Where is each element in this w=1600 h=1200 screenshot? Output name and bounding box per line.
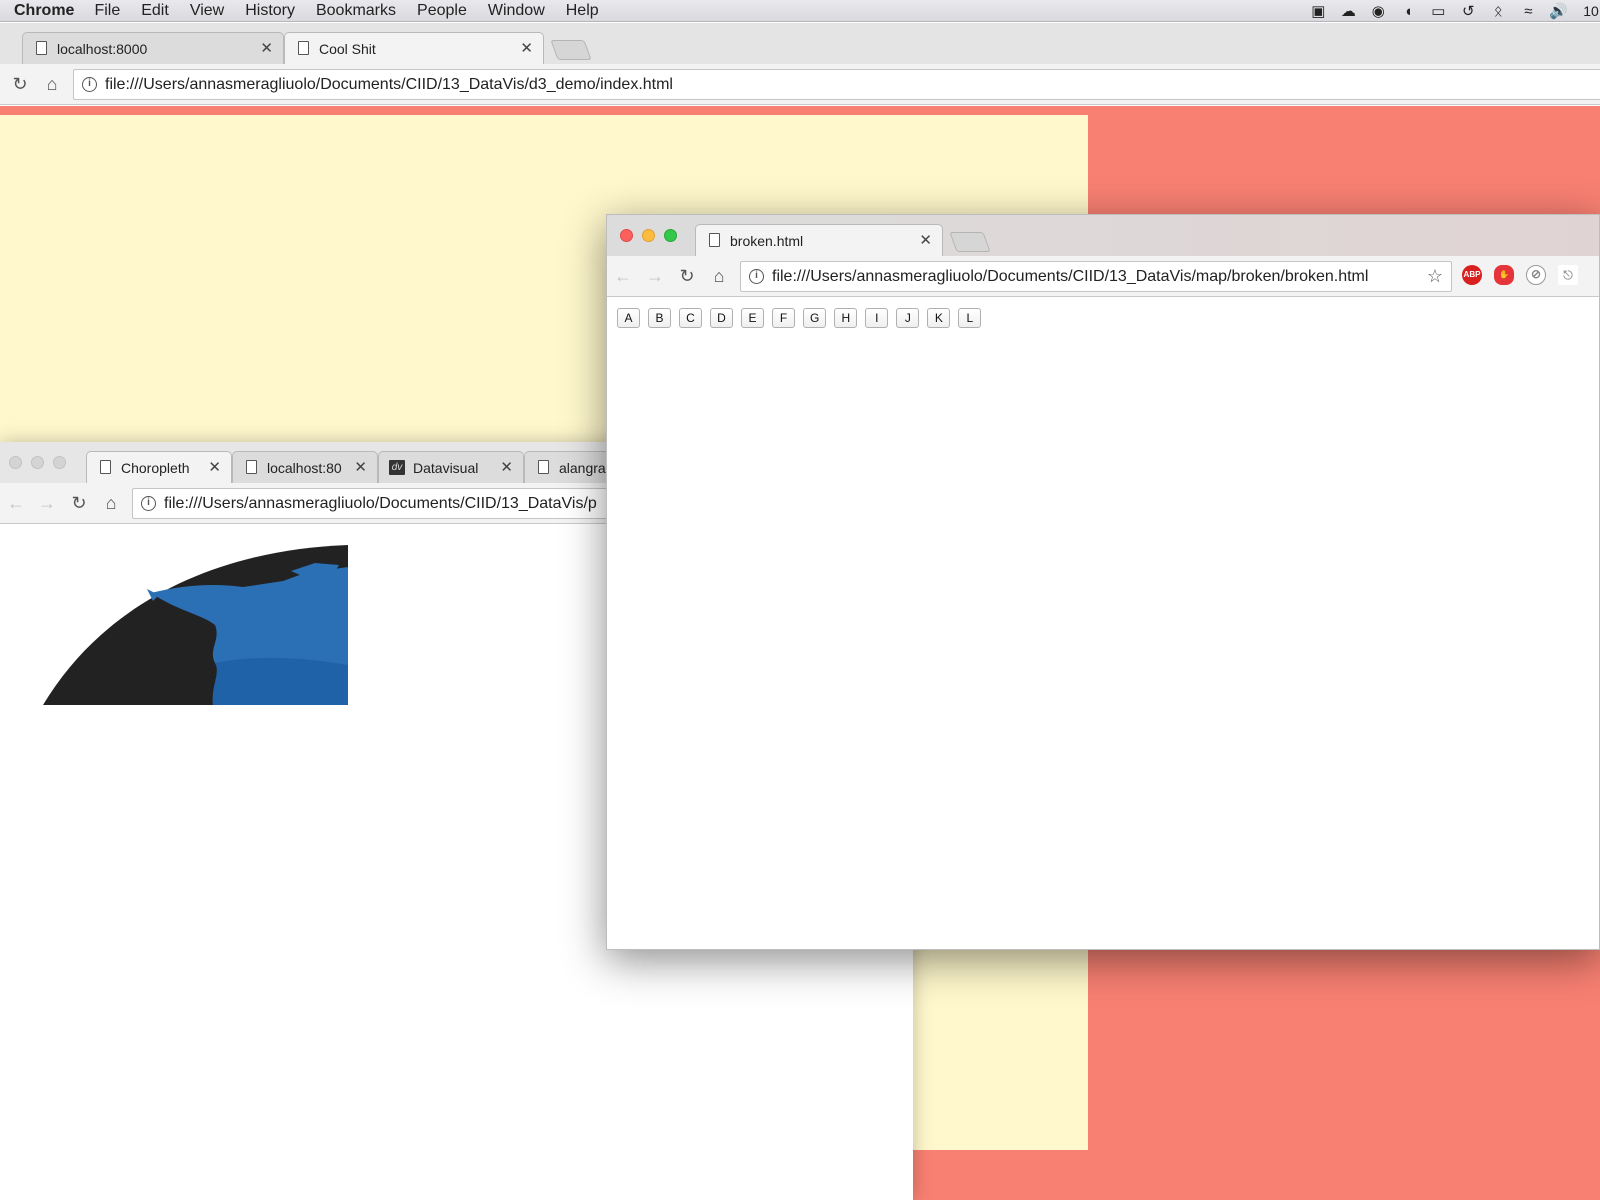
letter-button-l[interactable]: L — [958, 308, 982, 328]
page-icon — [538, 460, 549, 474]
time-machine-icon[interactable]: ↺ — [1459, 2, 1477, 20]
adblock-icon[interactable]: ABP — [1462, 265, 1482, 285]
status-eye-icon[interactable]: ◉ — [1369, 2, 1387, 20]
menu-help[interactable]: Help — [566, 2, 599, 20]
datavisual-favicon-icon: dv — [389, 460, 405, 475]
close-window-button[interactable] — [9, 456, 22, 469]
close-icon[interactable]: ✕ — [520, 39, 533, 57]
bluetooth-icon[interactable]: ᛟ — [1489, 3, 1507, 20]
page-icon — [246, 460, 257, 474]
page-icon — [100, 460, 111, 474]
toolbar: ↻ ⌂ i file:///Users/annasmeragliuolo/Doc… — [0, 64, 1600, 105]
choropleth-globe-map — [43, 545, 348, 705]
menu-bookmarks[interactable]: Bookmarks — [316, 2, 396, 20]
tab-label: Cool Shit — [319, 40, 376, 57]
tab-label: alangra — [559, 459, 606, 476]
tab-label: localhost:8000 — [57, 40, 148, 57]
wifi-icon[interactable]: ≈ — [1519, 3, 1537, 20]
status-app-icon[interactable]: ▣ — [1309, 2, 1327, 20]
page-icon — [36, 41, 47, 55]
tab-choropleth[interactable]: Choropleth ✕ — [86, 451, 232, 483]
letter-button-d[interactable]: D — [710, 308, 733, 328]
close-window-button[interactable] — [620, 229, 633, 242]
close-icon[interactable]: ✕ — [208, 458, 221, 476]
back-icon[interactable]: ← — [612, 265, 634, 287]
tab-strip: localhost:8000 ✕ Cool Shit ✕ — [0, 23, 1600, 64]
address-bar[interactable]: i file:///Users/annasmeragliuolo/Documen… — [73, 69, 1600, 100]
letter-button-a[interactable]: A — [617, 308, 640, 328]
tab-cool-shit[interactable]: Cool Shit ✕ — [284, 32, 544, 64]
info-icon[interactable]: i — [82, 77, 97, 92]
tab-label: Choropleth — [121, 459, 190, 476]
clock[interactable]: 10 — [1582, 3, 1600, 19]
letter-button-e[interactable]: E — [741, 308, 764, 328]
tab-label: localhost:80 — [267, 459, 342, 476]
letter-button-j[interactable]: J — [896, 308, 920, 328]
letter-button-i[interactable]: I — [865, 308, 889, 328]
url-text: file:///Users/annasmeragliuolo/Documents… — [105, 75, 673, 93]
tab-localhost[interactable]: localhost:8000 ✕ — [22, 32, 284, 64]
menu-history[interactable]: History — [245, 2, 295, 20]
close-icon[interactable]: ✕ — [354, 458, 367, 476]
menu-window[interactable]: Window — [488, 2, 545, 20]
status-area: ▣ ☁ ◉ ◖ ▭ ↺ ᛟ ≈ 🔊 10 — [1303, 0, 1600, 22]
tab-broken[interactable]: broken.html ✕ — [695, 224, 943, 256]
home-icon[interactable]: ⌂ — [708, 265, 730, 287]
tab-label: broken.html — [730, 232, 804, 249]
page-icon — [709, 233, 720, 247]
status-circle-icon[interactable]: ◖ — [1399, 3, 1417, 20]
page-icon — [298, 41, 309, 55]
tab-datavisual[interactable]: dv Datavisual ✕ — [378, 451, 524, 483]
new-tab-button[interactable] — [949, 232, 991, 252]
pdf-icon[interactable]: ⎋ — [1558, 265, 1578, 285]
land-usa — [212, 657, 348, 705]
new-tab-button[interactable] — [550, 40, 592, 60]
tab-strip: broken.html ✕ — [607, 215, 1599, 256]
address-bar[interactable]: i file:///Users/annasmeragliuolo/Documen… — [740, 261, 1452, 292]
zoom-window-button[interactable] — [664, 229, 677, 242]
back-icon[interactable]: ← — [5, 492, 27, 514]
menu-app-name[interactable]: Chrome — [14, 2, 74, 20]
close-icon[interactable]: ✕ — [919, 231, 932, 249]
letter-button-g[interactable]: G — [803, 308, 827, 328]
toolbar: ← → ↻ ⌂ i file:///Users/annasmeragliuolo… — [607, 256, 1599, 297]
letter-button-f[interactable]: F — [772, 308, 795, 328]
letter-button-h[interactable]: H — [834, 308, 858, 328]
zoom-window-button[interactable] — [53, 456, 66, 469]
tab-label: Datavisual — [413, 459, 479, 476]
menu-edit[interactable]: Edit — [141, 2, 169, 20]
volume-icon[interactable]: 🔊 — [1549, 2, 1568, 20]
reload-icon[interactable]: ↻ — [9, 73, 31, 95]
menu-people[interactable]: People — [417, 2, 467, 20]
reload-icon[interactable]: ↻ — [676, 265, 698, 287]
airplay-icon[interactable]: ▭ — [1429, 2, 1447, 20]
home-icon[interactable]: ⌂ — [100, 492, 122, 514]
page-content: A B C D E F G H I J K L — [607, 298, 1599, 949]
tab-localhost[interactable]: localhost:80 ✕ — [232, 451, 378, 483]
close-icon[interactable]: ✕ — [260, 39, 273, 57]
forward-icon[interactable]: → — [644, 265, 666, 287]
info-icon[interactable]: i — [141, 496, 156, 511]
reload-icon[interactable]: ↻ — [68, 492, 90, 514]
forward-icon[interactable]: → — [36, 492, 58, 514]
minimize-window-button[interactable] — [642, 229, 655, 242]
menu-bar: Chrome File Edit View History Bookmarks … — [0, 0, 1600, 22]
letter-button-c[interactable]: C — [679, 308, 702, 328]
menu-file[interactable]: File — [94, 2, 120, 20]
close-icon[interactable]: ✕ — [500, 458, 513, 476]
bookmark-star-icon[interactable]: ☆ — [1427, 266, 1443, 287]
info-icon[interactable]: i — [749, 269, 764, 284]
browser-window-broken: broken.html ✕ ← → ↻ ⌂ i file:///Users/an… — [606, 214, 1600, 950]
home-icon[interactable]: ⌂ — [41, 73, 63, 95]
ublock-icon[interactable]: ✋ — [1494, 265, 1514, 285]
minimize-window-button[interactable] — [31, 456, 44, 469]
letter-button-row: A B C D E F G H I J K L — [617, 308, 989, 328]
creative-cloud-icon[interactable]: ☁ — [1339, 2, 1357, 20]
menu-view[interactable]: View — [190, 2, 224, 20]
url-text: file:///Users/annasmeragliuolo/Documents… — [772, 267, 1369, 285]
letter-button-k[interactable]: K — [927, 308, 951, 328]
ghostery-icon[interactable]: ⊘ — [1526, 265, 1546, 285]
letter-button-b[interactable]: B — [648, 308, 671, 328]
